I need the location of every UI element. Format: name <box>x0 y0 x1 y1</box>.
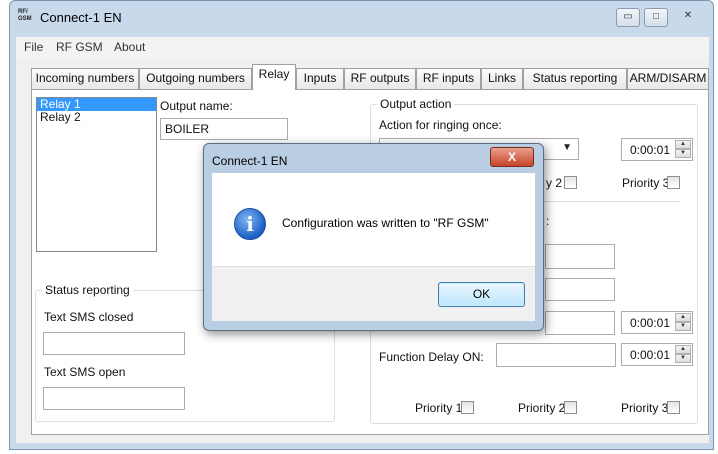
relay-listbox[interactable]: Relay 1 Relay 2 <box>36 97 157 252</box>
bottom-priority-3-checkbox[interactable] <box>667 401 680 414</box>
menu-bar: File RF GSM About <box>16 37 709 59</box>
bottom-priority-1-label: Priority 1 <box>415 401 463 415</box>
info-icon: i <box>234 208 266 240</box>
ringing-time-stepper[interactable]: 0:00:01 ▲ ▼ <box>621 138 693 161</box>
close-window-button[interactable]: ✕ <box>676 8 700 27</box>
tab-rf-outputs[interactable]: RF outputs <box>344 68 416 89</box>
bottom-priority-3-label: Priority 3 <box>621 401 669 415</box>
spin-down-icon[interactable]: ▼ <box>675 354 691 363</box>
tab-arm-disarm[interactable]: ARM/DISARM <box>627 68 709 89</box>
bottom-priority-1-checkbox[interactable] <box>461 401 474 414</box>
delay-off-input[interactable] <box>545 311 615 335</box>
spin-up-icon[interactable]: ▲ <box>675 140 691 149</box>
text-sms-closed-input[interactable] <box>43 332 185 355</box>
tab-rf-inputs[interactable]: RF inputs <box>416 68 481 89</box>
function-delay-on-label: Function Delay ON: <box>379 350 484 364</box>
spin-up-icon[interactable]: ▲ <box>675 345 691 354</box>
field-1-input[interactable] <box>545 244 615 269</box>
delay-off-time-stepper[interactable]: 0:00:01 ▲ ▼ <box>621 311 693 334</box>
bottom-priority-2-checkbox[interactable] <box>564 401 577 414</box>
section-label-partial: : <box>546 214 550 228</box>
app-icon: RF/ GSM <box>18 9 32 22</box>
tab-relay[interactable]: Relay <box>252 64 296 90</box>
text-sms-open-input[interactable] <box>43 387 185 410</box>
list-item-relay-2[interactable]: Relay 2 <box>37 111 156 124</box>
dialog-title: Connect-1 EN <box>212 154 288 168</box>
menu-file[interactable]: File <box>24 40 43 54</box>
output-name-input[interactable]: BOILER <box>160 118 288 140</box>
dialog-message: Configuration was written to "RF GSM" <box>282 216 489 230</box>
tab-links[interactable]: Links <box>481 68 523 89</box>
message-dialog: Connect-1 EN X i Configuration was writt… <box>203 143 544 331</box>
maximize-button[interactable]: □ <box>644 8 668 27</box>
function-delay-on-input[interactable] <box>496 343 616 367</box>
text-sms-open-label: Text SMS open <box>44 365 126 379</box>
title-bar: RF/ GSM Connect-1 EN ▭ □ ✕ <box>10 1 713 35</box>
dialog-close-button[interactable]: X <box>490 147 534 167</box>
section-divider <box>540 201 680 202</box>
window-title: Connect-1 EN <box>40 10 122 25</box>
spin-down-icon[interactable]: ▼ <box>675 322 691 331</box>
spin-down-icon[interactable]: ▼ <box>675 149 691 158</box>
tab-status-reporting[interactable]: Status reporting <box>523 68 627 89</box>
text-sms-closed-label: Text SMS closed <box>44 310 134 324</box>
ok-button[interactable]: OK <box>438 282 525 307</box>
menu-rf-gsm[interactable]: RF GSM <box>56 40 103 54</box>
priority-2-checkbox[interactable] <box>564 176 577 189</box>
status-reporting-title: Status reporting <box>42 283 133 297</box>
dialog-body: i Configuration was written to "RF GSM" <box>212 173 535 266</box>
tab-inputs[interactable]: Inputs <box>296 68 344 89</box>
priority-3-label: Priority 3 <box>622 176 670 190</box>
delay-on-time-stepper[interactable]: 0:00:01 ▲ ▼ <box>621 343 693 366</box>
tab-incoming-numbers[interactable]: Incoming numbers <box>31 68 139 89</box>
priority-2-label-partial: y 2 <box>546 176 563 190</box>
action-ringing-once-label: Action for ringing once: <box>379 118 502 132</box>
tab-outgoing-numbers[interactable]: Outgoing numbers <box>139 68 252 89</box>
priority-3-checkbox[interactable] <box>667 176 680 189</box>
output-name-label: Output name: <box>160 99 233 113</box>
output-action-title: Output action <box>377 97 455 111</box>
bottom-priority-2-label: Priority 2 <box>518 401 566 415</box>
field-2-input[interactable] <box>545 278 615 301</box>
chevron-down-icon: ▼ <box>562 142 572 153</box>
minimize-button[interactable]: ▭ <box>616 8 640 27</box>
spin-up-icon[interactable]: ▲ <box>675 313 691 322</box>
menu-about[interactable]: About <box>114 40 145 54</box>
